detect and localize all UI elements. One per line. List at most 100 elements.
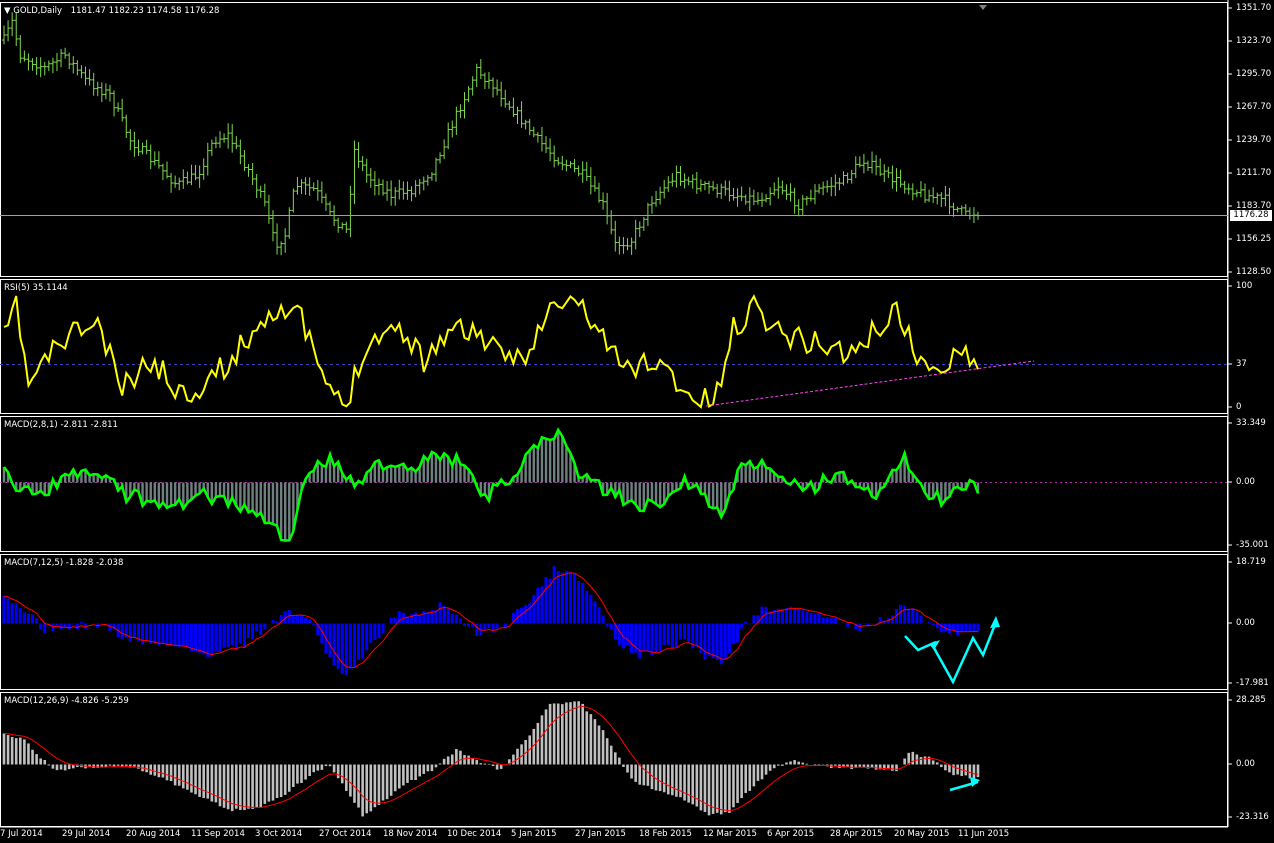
macd3-histogram-bar	[499, 764, 503, 769]
macd1-histogram-bar	[703, 482, 707, 494]
macd3-histogram-bar	[418, 764, 421, 777]
macd3-histogram-bar	[251, 764, 254, 809]
macd2-histogram-bar	[715, 623, 719, 660]
macd3-histogram-bar	[389, 764, 393, 796]
macd2-histogram-bar	[369, 623, 373, 643]
dropdown-triangle-icon[interactable]: ▼	[4, 6, 11, 16]
macd3-histogram-bar	[218, 764, 222, 807]
date-tick: 18 Nov 2014	[383, 829, 438, 839]
macd2-histogram-bar	[71, 623, 75, 625]
macd2-histogram-bar	[915, 612, 919, 624]
macd1-histogram-bar	[442, 453, 446, 483]
macd3-histogram-bar	[165, 764, 169, 781]
macd3-histogram-bar	[471, 758, 474, 765]
macd3-histogram-bar	[671, 764, 674, 796]
macd2-histogram-bar	[194, 623, 198, 652]
macd2-histogram-bar	[638, 623, 642, 659]
macd1-histogram-bar	[711, 482, 715, 509]
macd3-histogram-bar	[483, 763, 487, 765]
macd3-histogram-bar	[153, 764, 157, 776]
macd3-histogram-bar	[556, 703, 560, 765]
macd1-histogram-bar	[752, 468, 756, 483]
macd3-histogram-bar	[748, 764, 752, 791]
macd2-histogram-bar	[332, 623, 336, 666]
macd1-histogram-bar	[271, 482, 275, 524]
macd2-histogram-bar	[968, 623, 972, 632]
macd1-histogram-bar	[744, 465, 747, 483]
macd2-histogram-bar	[748, 623, 752, 625]
macd2-histogram-bar	[352, 623, 356, 668]
macd2-histogram-bar	[438, 602, 442, 624]
macd3-histogram-bar	[895, 764, 898, 772]
macd1-histogram-bar	[279, 482, 283, 540]
macd2-histogram-bar	[683, 623, 687, 640]
macd3-tick: -23.316	[1236, 812, 1269, 822]
macd1-histogram-bar	[283, 482, 287, 541]
macd2-histogram-bar	[564, 570, 568, 624]
macd1-histogram-bar	[251, 482, 254, 511]
macd3-histogram-bar	[292, 764, 295, 787]
macd2-histogram-bar	[263, 623, 267, 630]
macd1-histogram-bar	[483, 482, 487, 495]
macd1-histogram-bar	[190, 482, 193, 500]
price-tick: 1267.70	[1236, 102, 1272, 112]
macd3-histogram-bar	[646, 764, 650, 786]
macd1-histogram-bar	[650, 482, 654, 502]
macd1-histogram-bar	[658, 482, 662, 508]
macd2-histogram-bar	[446, 608, 450, 624]
macd1-histogram-bar	[214, 482, 218, 498]
macd3-histogram-bar	[638, 764, 642, 785]
macd3-histogram-bar	[271, 764, 275, 801]
macd3-histogram-bar	[764, 764, 768, 775]
macd3-histogram-bar	[108, 764, 112, 766]
macd3-histogram-bar	[320, 764, 324, 770]
macd2-histogram-bar	[589, 594, 593, 624]
macd3-histogram-bar	[27, 743, 30, 765]
macd3-histogram-bar	[597, 725, 601, 765]
macd2-histogram-bar	[100, 622, 104, 624]
macd2-histogram-bar	[373, 623, 377, 640]
macd2-histogram-bar	[687, 623, 691, 643]
macd2-histogram-bar	[393, 617, 397, 624]
macd3-histogram-bar	[724, 764, 727, 813]
macd2-histogram-bar	[177, 623, 181, 647]
macd2-histogram-bar	[377, 623, 381, 639]
macd2-histogram-bar	[418, 615, 422, 624]
macd3-histogram-bar	[361, 764, 364, 817]
macd1-histogram-bar	[263, 482, 267, 524]
macd2-histogram-bar	[304, 617, 308, 624]
macd2-histogram-bar	[544, 576, 548, 624]
macd3-histogram-bar	[760, 764, 764, 780]
macd1-histogram-bar	[426, 460, 430, 483]
macd3-tick: 28.285	[1236, 695, 1266, 705]
macd1-histogram-bar	[178, 482, 181, 500]
macd3-histogram-bar	[732, 764, 735, 808]
date-tick: 6 Apr 2015	[767, 829, 815, 839]
macd1-histogram-bar	[557, 429, 560, 483]
macd3-histogram-bar	[976, 764, 980, 778]
macd1-histogram-bar	[459, 464, 462, 483]
pane-frame	[0, 2, 1228, 277]
macd3-histogram-bar	[198, 764, 201, 797]
macd3-histogram-bar	[442, 758, 446, 765]
rsi-trendline	[705, 360, 1035, 407]
macd1-histogram-bar	[394, 466, 397, 483]
macd3-histogram-bar	[410, 764, 413, 780]
macd3-histogram-bar	[259, 764, 263, 808]
macd3-histogram-bar	[536, 722, 540, 765]
price-tick: 1239.70	[1236, 135, 1272, 145]
macd3-histogram-bar	[699, 764, 703, 811]
macd3-histogram-bar	[247, 764, 250, 809]
macd2-histogram-bar	[723, 623, 727, 660]
macd2-histogram-bar	[173, 623, 177, 647]
macd3-histogram-bar	[569, 702, 572, 765]
macd3-histogram-bar	[267, 764, 271, 802]
macd1-histogram-bar	[565, 446, 568, 483]
macd2-histogram-bar	[185, 623, 189, 649]
chart-canvas[interactable]	[0, 0, 1274, 843]
macd3-histogram-bar	[194, 764, 197, 795]
macd2-histogram-bar	[617, 623, 621, 645]
macd3-histogram-bar	[487, 763, 491, 765]
macd1-histogram-bar	[528, 450, 531, 483]
macd2-histogram-bar	[842, 622, 846, 624]
